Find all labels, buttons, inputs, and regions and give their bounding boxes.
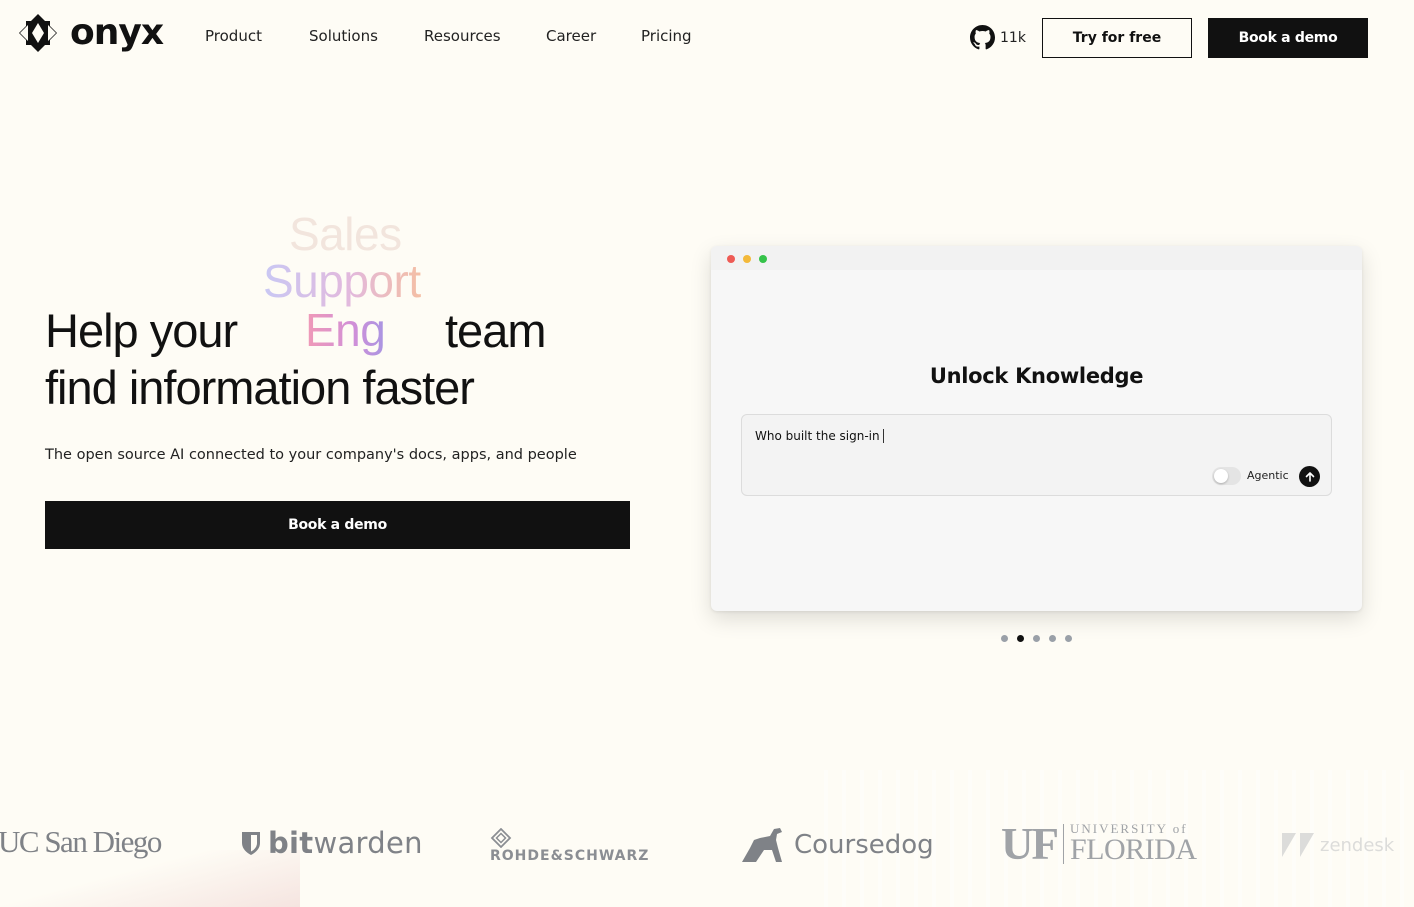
demo-title: Unlock Knowledge [929, 364, 1144, 388]
logo-bitwarden: bit warden [240, 826, 423, 860]
nav-solutions[interactable]: Solutions [309, 27, 378, 45]
agentic-toggle[interactable] [1212, 467, 1241, 485]
github-icon [970, 25, 995, 50]
bitwarden-shield-icon [242, 832, 260, 855]
github-star-count: 11k [1000, 29, 1026, 46]
arrow-up-icon [1305, 471, 1314, 482]
brand-name: onyx [70, 12, 164, 53]
rohde-diamond-icon [490, 828, 512, 848]
rohde-text: ROHDE&SCHWARZ [490, 848, 650, 864]
pager-dot-2[interactable] [1017, 635, 1024, 642]
bitwarden-text: warden [313, 826, 423, 860]
book-demo-hero-button[interactable]: Book a demo [45, 501, 630, 549]
coursedog-text: Coursedog [794, 830, 934, 860]
carousel-pager [1001, 635, 1081, 642]
agentic-label: Agentic [1247, 469, 1289, 482]
pager-dot-4[interactable] [1049, 635, 1056, 642]
nav-product[interactable]: Product [205, 27, 262, 45]
pager-dot-3[interactable] [1033, 635, 1040, 642]
logo-coursedog: Coursedog [740, 826, 934, 864]
hero-subtitle: The open source AI connected to your com… [45, 447, 577, 463]
pager-dot-1[interactable] [1001, 635, 1008, 642]
rolling-word-support: Support [263, 255, 421, 307]
nav-career[interactable]: Career [546, 27, 596, 45]
logo-university-of-florida: UF UNIVERSITY of FLORIDA [1001, 819, 1197, 869]
nav-pricing[interactable]: Pricing [641, 27, 692, 45]
try-for-free-button[interactable]: Try for free [1042, 18, 1192, 58]
pager-dot-5[interactable] [1065, 635, 1072, 642]
greyhound-icon [742, 828, 782, 862]
send-button[interactable] [1299, 466, 1320, 487]
query-value: Who built the sign-in [755, 429, 880, 443]
site-header: onyx Product Solutions Resources Career … [0, 0, 1414, 74]
window-maximize-dot [759, 255, 767, 263]
window-close-dot [727, 255, 735, 263]
nav-resources[interactable]: Resources [424, 27, 501, 45]
uf-wordmark: UNIVERSITY of FLORIDA [1070, 822, 1197, 866]
github-link[interactable]: 11k [970, 25, 1026, 50]
logo-zendesk: zendesk [1281, 832, 1394, 858]
demo-app-window: Unlock Knowledge Who built the sign-in A… [711, 246, 1362, 611]
onyx-logo-icon [19, 14, 57, 52]
zendesk-icon [1282, 833, 1314, 857]
hero-headline-prefix: Help your [45, 304, 238, 357]
zendesk-text: zendesk [1320, 834, 1395, 856]
hero-headline-suffix: team [445, 304, 546, 357]
window-minimize-dot [743, 255, 751, 263]
text-caret [882, 429, 884, 443]
logo-rohde-schwarz: ROHDE&SCHWARZ [490, 828, 649, 864]
uf-monogram: UF [1001, 819, 1059, 869]
uf-divider [1063, 824, 1064, 864]
logo-ucsd: UC San Diego [0, 824, 162, 859]
rolling-word-eng: Eng [305, 304, 386, 356]
window-titlebar [711, 246, 1362, 270]
query-input-text[interactable]: Who built the sign-in [755, 429, 884, 443]
uf-line2: FLORIDA [1070, 833, 1197, 866]
toggle-knob [1214, 469, 1228, 483]
book-demo-header-button[interactable]: Book a demo [1208, 18, 1368, 58]
onyx-logo[interactable]: onyx [18, 12, 164, 53]
bitwarden-bold-text: bit [268, 826, 314, 860]
rolling-word-sales: Sales [289, 208, 402, 260]
query-input-box[interactable]: Who built the sign-in Agentic [741, 414, 1332, 496]
hero-headline-line2: find information faster [45, 361, 475, 414]
